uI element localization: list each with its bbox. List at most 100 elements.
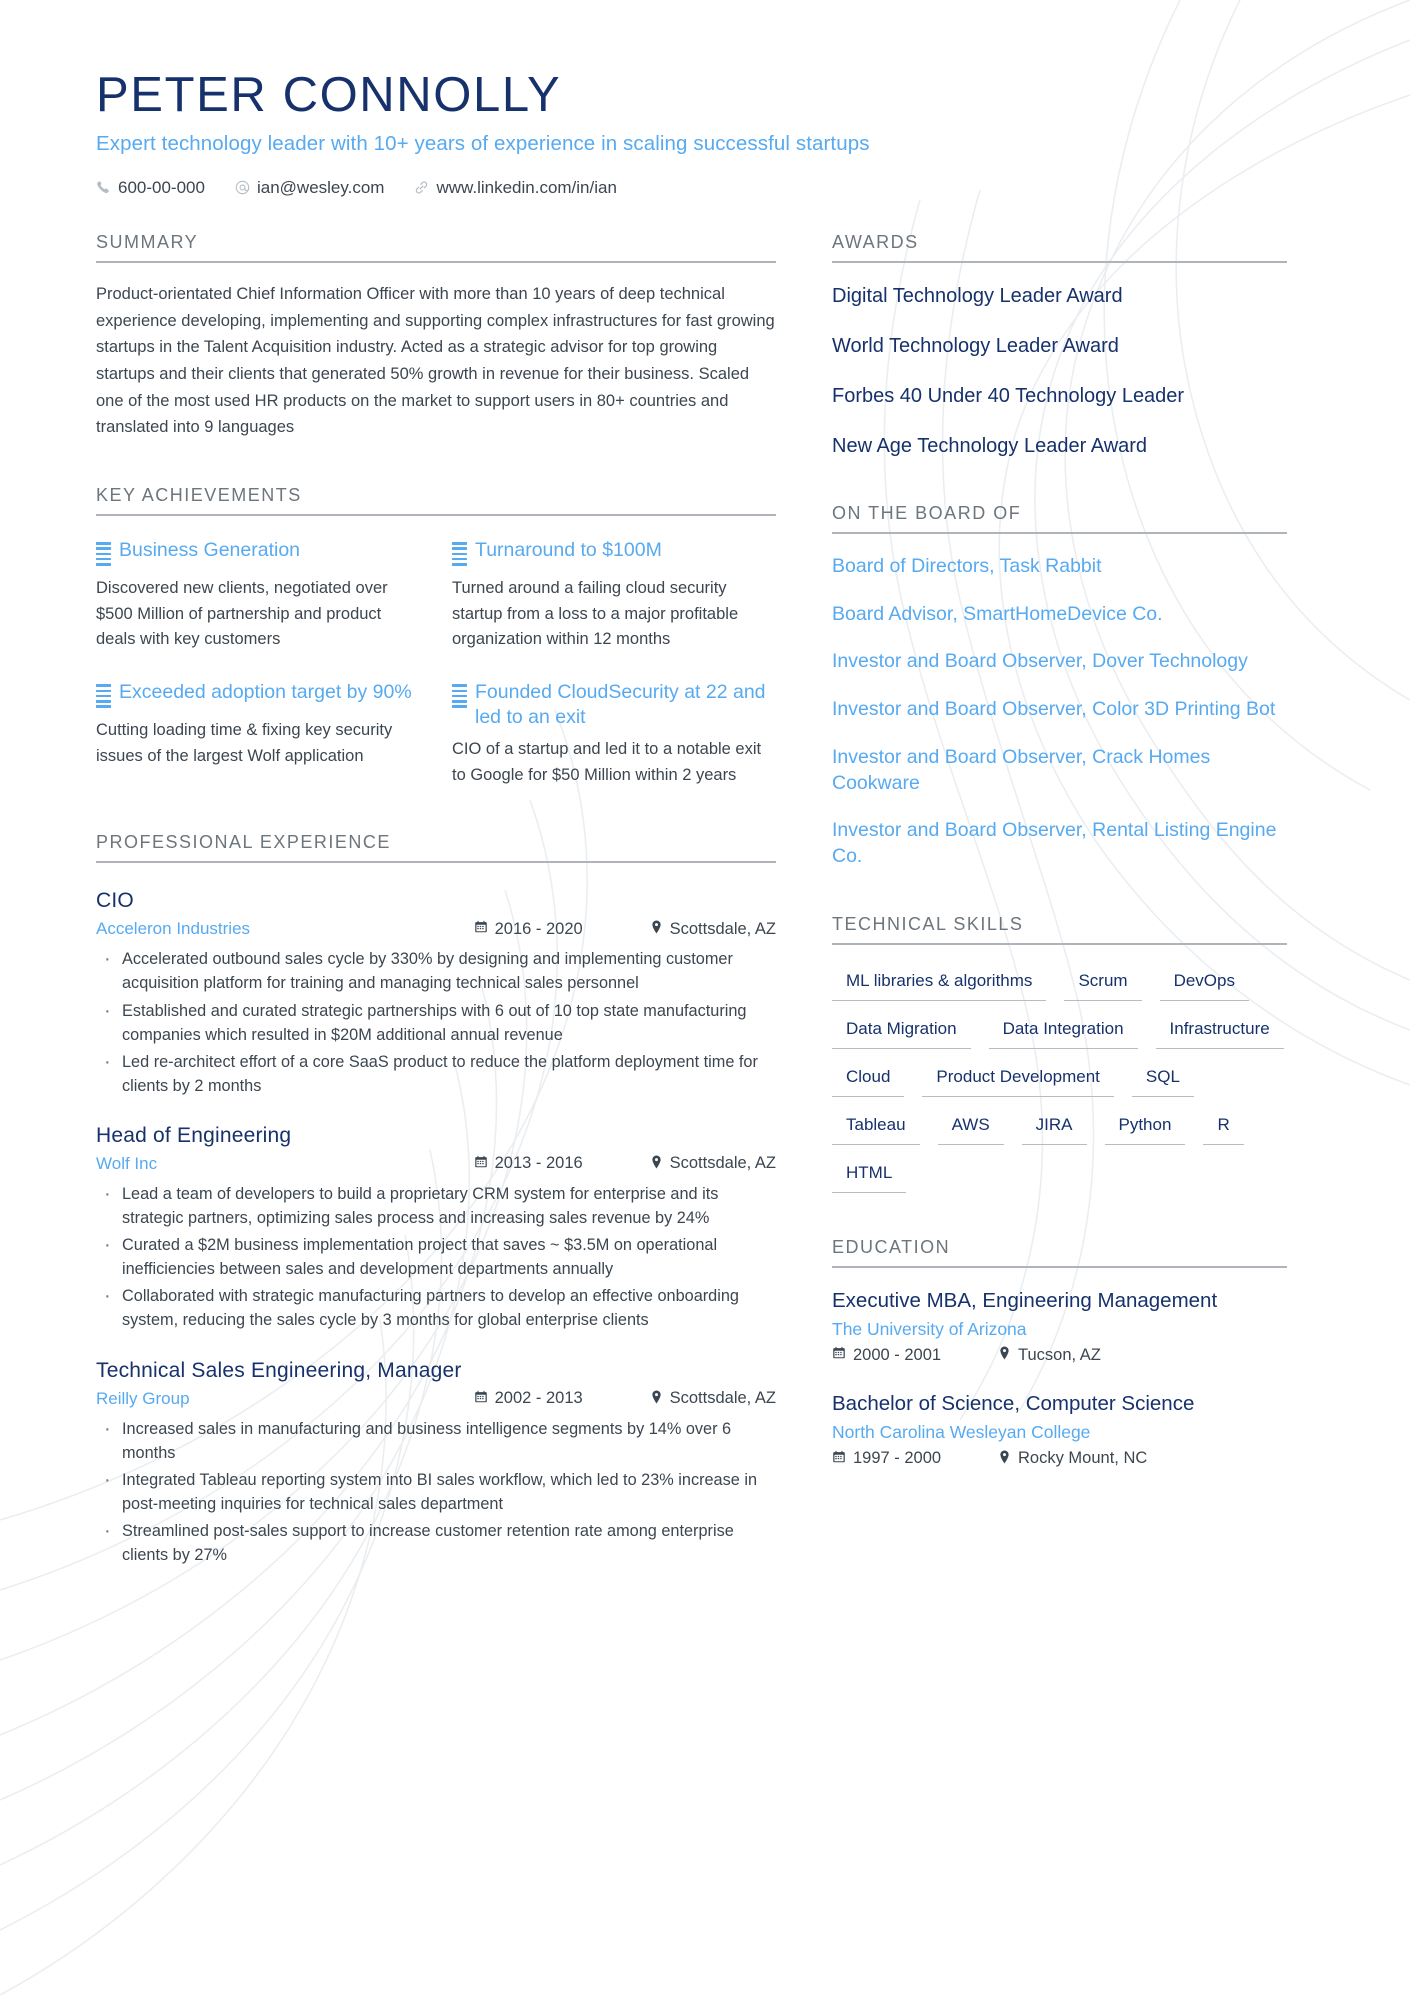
awards-list: Digital Technology Leader Award World Te… bbox=[832, 283, 1287, 459]
education-dates-value: 1997 - 2000 bbox=[853, 1449, 942, 1468]
section-education: EDUCATION Executive MBA, Engineering Man… bbox=[832, 1237, 1287, 1468]
skill-tag: AWS bbox=[937, 1111, 1004, 1145]
board-item: Investor and Board Observer, Crack Homes… bbox=[832, 745, 1211, 794]
skill-tag: R bbox=[1203, 1111, 1244, 1145]
key-achievement-item: Business Generation Discovered new clien… bbox=[96, 538, 420, 652]
award-item: Digital Technology Leader Award bbox=[832, 284, 1123, 307]
job-bullet: Lead a team of developers to build a pro… bbox=[96, 1180, 776, 1230]
right-column: AWARDS Digital Technology Leader Award W… bbox=[832, 232, 1287, 1468]
section-title-skills: TECHNICAL SKILLS bbox=[832, 914, 1287, 945]
calendar-icon bbox=[832, 1346, 846, 1364]
job-location: Scottsdale, AZ bbox=[650, 1389, 776, 1408]
board-item: Board Advisor, SmartHomeDevice Co. bbox=[832, 602, 1163, 625]
job-dates-value: 2016 - 2020 bbox=[494, 919, 583, 938]
key-achievements-grid: Business Generation Discovered new clien… bbox=[96, 538, 776, 788]
education-location-value: Rocky Mount, NC bbox=[1018, 1449, 1148, 1468]
section-skills: TECHNICAL SKILLS ML libraries & algorith… bbox=[832, 914, 1287, 1193]
key-achievement-title: Founded CloudSecurity at 22 and led to a… bbox=[475, 681, 766, 728]
skill-tag: Scrum bbox=[1064, 967, 1142, 1001]
job-title: CIO bbox=[96, 889, 134, 913]
resume-header: PETER CONNOLLY Expert technology leader … bbox=[96, 68, 1314, 198]
job-location: Scottsdale, AZ bbox=[650, 920, 776, 939]
section-title-education: EDUCATION bbox=[832, 1237, 1287, 1268]
job-bullet: Established and curated strategic partne… bbox=[96, 996, 776, 1047]
summary-text: Product-orientated Chief Information Off… bbox=[96, 284, 775, 437]
bars-icon bbox=[96, 542, 111, 568]
contact-linkedin-value: www.linkedin.com/in/ian bbox=[436, 177, 617, 197]
calendar-icon bbox=[832, 1450, 846, 1468]
resume-page: PETER CONNOLLY Expert technology leader … bbox=[0, 0, 1410, 1570]
key-achievement-title: Exceeded adoption target by 90% bbox=[119, 681, 412, 704]
location-pin-icon bbox=[998, 1346, 1011, 1364]
bars-icon bbox=[96, 684, 111, 710]
contact-email-value: ian@wesley.com bbox=[256, 177, 385, 197]
bars-icon bbox=[452, 542, 467, 568]
job-title: Technical Sales Engineering, Manager bbox=[96, 1358, 462, 1382]
education-meta: 2000 - 2001 Tucson, AZ bbox=[832, 1346, 1287, 1365]
section-title-summary: SUMMARY bbox=[96, 232, 776, 263]
job-title: Head of Engineering bbox=[96, 1123, 292, 1147]
job-meta: Acceleron Industries 2016 - 2020 Scottsd… bbox=[96, 919, 776, 939]
education-entry: Executive MBA, Engineering Management Th… bbox=[832, 1288, 1287, 1365]
education-school: The University of Arizona bbox=[832, 1318, 1027, 1339]
skill-tag: Infrastructure bbox=[1155, 1015, 1284, 1049]
job-location-value: Scottsdale, AZ bbox=[669, 1154, 776, 1173]
page-title: PETER CONNOLLY bbox=[96, 68, 562, 122]
location-pin-icon bbox=[650, 1390, 663, 1408]
section-summary: SUMMARY Product-orientated Chief Informa… bbox=[96, 232, 776, 441]
contact-row: 600-00-000 ian@wesley.com www.linkedin.c… bbox=[96, 178, 1314, 198]
calendar-icon bbox=[474, 1390, 488, 1408]
key-achievement-title-row: Business Generation bbox=[96, 538, 420, 568]
job-bullet: Increased sales in manufacturing and bus… bbox=[96, 1415, 776, 1465]
job-dates-value: 2002 - 2013 bbox=[494, 1389, 583, 1408]
key-achievement-title-row: Exceeded adoption target by 90% bbox=[96, 680, 420, 710]
headline: Expert technology leader with 10+ years … bbox=[96, 131, 870, 155]
job-bullets: Increased sales in manufacturing and bus… bbox=[96, 1415, 776, 1568]
job-bullet: Curated a $2M business implementation pr… bbox=[96, 1231, 776, 1281]
job-dates: 2002 - 2013 bbox=[474, 1389, 624, 1408]
job-bullet: Accelerated outbound sales cycle by 330%… bbox=[96, 945, 776, 995]
job-bullet: Integrated Tableau reporting system into… bbox=[96, 1466, 776, 1516]
skill-tag: Product Development bbox=[922, 1063, 1114, 1097]
job-dates-value: 2013 - 2016 bbox=[494, 1154, 583, 1173]
skill-tag: Python bbox=[1104, 1111, 1186, 1145]
skill-tag: HTML bbox=[832, 1159, 907, 1193]
email-icon bbox=[235, 180, 250, 195]
education-degree: Bachelor of Science, Computer Science bbox=[832, 1391, 1195, 1415]
skill-tag: ML libraries & algorithms bbox=[832, 967, 1047, 1001]
job-bullet: Collaborated with strategic manufacturin… bbox=[96, 1282, 776, 1332]
key-achievement-desc: Cutting loading time & fixing key securi… bbox=[96, 721, 393, 765]
award-item: Forbes 40 Under 40 Technology Leader bbox=[832, 384, 1185, 407]
key-achievement-item: Founded CloudSecurity at 22 and led to a… bbox=[452, 680, 776, 788]
skill-tag: Data Integration bbox=[988, 1015, 1138, 1049]
key-achievement-item: Turnaround to $100M Turned around a fail… bbox=[452, 538, 776, 652]
education-meta: 1997 - 2000 Rocky Mount, NC bbox=[832, 1449, 1287, 1468]
education-location: Rocky Mount, NC bbox=[998, 1449, 1147, 1468]
job-location: Scottsdale, AZ bbox=[650, 1154, 776, 1173]
board-item: Investor and Board Observer, Rental List… bbox=[832, 819, 1277, 868]
link-icon bbox=[414, 180, 429, 195]
education-dates: 1997 - 2000 bbox=[832, 1449, 972, 1468]
key-achievement-title-row: Turnaround to $100M bbox=[452, 538, 776, 568]
board-item: Investor and Board Observer, Dover Techn… bbox=[832, 650, 1248, 673]
calendar-icon bbox=[474, 1155, 488, 1173]
job-meta: Reilly Group 2002 - 2013 Scottsdale, AZ bbox=[96, 1389, 776, 1409]
experience-entry: Head of Engineering Wolf Inc 2013 - 2016 bbox=[96, 1124, 776, 1333]
contact-phone[interactable]: 600-00-000 bbox=[96, 178, 205, 198]
skill-tag: Cloud bbox=[832, 1063, 905, 1097]
education-dates-value: 2000 - 2001 bbox=[853, 1345, 942, 1364]
job-company: Wolf Inc bbox=[96, 1153, 158, 1173]
contact-email[interactable]: ian@wesley.com bbox=[235, 178, 384, 198]
skill-tag: DevOps bbox=[1159, 967, 1249, 1001]
education-degree: Executive MBA, Engineering Management bbox=[832, 1288, 1218, 1312]
job-location-value: Scottsdale, AZ bbox=[669, 1389, 776, 1408]
section-awards: AWARDS Digital Technology Leader Award W… bbox=[832, 232, 1287, 459]
job-bullets: Lead a team of developers to build a pro… bbox=[96, 1180, 776, 1333]
contact-linkedin[interactable]: www.linkedin.com/in/ian bbox=[414, 177, 617, 198]
job-dates: 2013 - 2016 bbox=[474, 1154, 624, 1173]
bars-icon bbox=[452, 684, 467, 710]
location-pin-icon bbox=[998, 1450, 1011, 1468]
content-columns: SUMMARY Product-orientated Chief Informa… bbox=[96, 232, 1314, 1570]
section-key-achievements: KEY ACHIEVEMENTS Business Generation Dis… bbox=[96, 485, 776, 788]
award-item: World Technology Leader Award bbox=[832, 334, 1119, 357]
